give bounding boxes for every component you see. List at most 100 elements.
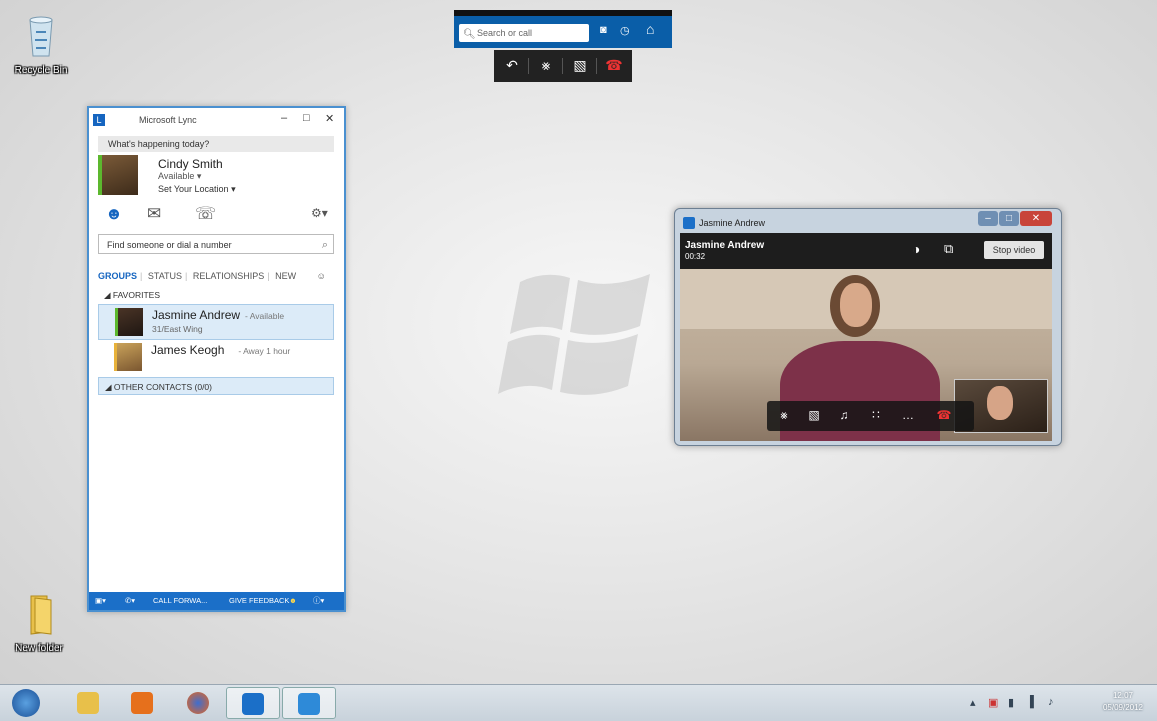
start-button[interactable] [4, 687, 58, 719]
mini-call-bar: 🔍︎ Search or call ◙ ◷ ⌂ [454, 10, 672, 48]
clock[interactable]: 12:07 05/09/2012 [1103, 690, 1143, 714]
volume-icon[interactable]: ♪ [1048, 696, 1054, 708]
call-header: Jasmine Andrew 00:32 ◑ ⧉ Stop video [680, 233, 1052, 269]
mute-mic-icon[interactable]: ⨳ [536, 57, 556, 74]
status-note-field[interactable]: What's happening today? [98, 136, 334, 152]
call-duration: 00:32 [685, 252, 706, 261]
folder-icon [30, 595, 52, 635]
home-icon[interactable]: ⌂ [646, 21, 654, 37]
divider [596, 58, 597, 74]
firefox-icon [187, 692, 209, 714]
power-icon[interactable]: ▮ [1008, 696, 1014, 709]
clock-icon[interactable]: ◷ [620, 24, 630, 37]
recycle-bin-desktop-icon[interactable]: Recycle Bin [6, 14, 76, 76]
hang-up-icon[interactable]: ☎ [935, 408, 953, 422]
chevron-down-icon: ▾ [196, 171, 202, 181]
return-icon[interactable]: ↶ [502, 57, 522, 74]
network-icon[interactable]: ▐ [1026, 696, 1034, 708]
collapse-icon: ◢ [105, 382, 112, 392]
favorites-group-label: FAVORITES [112, 290, 160, 300]
call-search-input[interactable]: 🔍︎ Search or call [459, 24, 589, 42]
phone-icon[interactable]: ☏ [195, 204, 216, 224]
windows-start-icon [12, 689, 40, 717]
speaker-icon[interactable]: ♫ [835, 408, 853, 422]
minimize-icon[interactable]: – [978, 211, 998, 226]
lync-logo-icon: L [93, 114, 105, 126]
mute-mic-icon[interactable]: ⨳ [775, 408, 793, 423]
new-folder-desktop-icon[interactable]: New folder [4, 594, 74, 654]
contact-status: - Away 1 hour [238, 346, 291, 356]
minimize-icon[interactable]: – [281, 112, 287, 124]
gear-icon[interactable]: ⚙▾ [311, 206, 328, 220]
my-avatar[interactable] [98, 155, 138, 195]
contact-name: Jasmine Andrew [152, 308, 241, 322]
video-off-icon[interactable]: ▧ [805, 408, 823, 422]
folder-icon [77, 692, 99, 714]
other-contacts-group-header[interactable]: ◢ OTHER CONTACTS (0/0) [98, 377, 334, 395]
contact-row[interactable]: James Keogh - Away 1 hour [98, 340, 334, 374]
taskbar-lync-call[interactable] [282, 687, 336, 719]
search-icon: ⌕ [321, 239, 328, 251]
add-contact-icon[interactable]: ☺ [317, 271, 326, 281]
maximize-icon[interactable]: □ [999, 211, 1019, 226]
other-contacts-group-label: OTHER CONTACTS (0/0) [113, 382, 212, 392]
give-feedback-button[interactable]: GIVE FEEDBACK [229, 592, 289, 610]
conversations-icon[interactable]: ✉ [147, 204, 161, 224]
close-icon[interactable]: ✕ [1020, 211, 1052, 226]
close-icon[interactable]: ✕ [325, 112, 334, 125]
contrast-icon[interactable]: ◑ [912, 241, 920, 257]
favorites-group-header[interactable]: ◢ FAVORITES [98, 286, 334, 304]
voicemail-icon[interactable]: ◙ [600, 24, 607, 36]
contact-name: James Keogh [151, 343, 225, 357]
find-contact-input[interactable]: Find someone or dial a number ⌕ [98, 234, 334, 254]
popout-video-icon[interactable]: ⧉ [944, 241, 953, 257]
taskbar-lync[interactable] [226, 687, 280, 719]
my-location-dropdown[interactable]: Set Your Location ▾ [158, 184, 236, 195]
new-folder-label: New folder [15, 643, 63, 654]
lync-status-icon[interactable]: ▣ [988, 696, 998, 709]
collapse-icon: ◢ [104, 290, 111, 300]
hang-up-icon[interactable]: ☎ [604, 57, 624, 74]
contact-avatar [114, 343, 142, 371]
divider [562, 58, 563, 74]
maximize-icon[interactable]: □ [303, 112, 310, 124]
contacts-icon[interactable]: ☻ [105, 204, 123, 224]
lync-logo-icon [683, 217, 695, 229]
lync-title-bar[interactable]: L Microsoft Lync – □ ✕ [89, 108, 344, 134]
search-icon: 🔍︎ [463, 29, 476, 40]
mini-call-controls: ↶ ⨳ ▧ ☎ [494, 50, 632, 82]
lync-call-icon [298, 693, 320, 715]
video-person-face [840, 283, 872, 327]
contact-location: 31/East Wing [152, 324, 203, 334]
contact-status: - Available [245, 311, 285, 321]
dialpad-icon[interactable]: ∷ [867, 408, 885, 422]
tab-status[interactable]: STATUS [148, 271, 182, 281]
self-view-face [987, 386, 1013, 420]
taskbar-media-player[interactable] [116, 687, 170, 719]
taskbar-firefox[interactable] [172, 687, 226, 719]
my-name: Cindy Smith [158, 157, 223, 171]
screen-icon[interactable]: ▣▾ [95, 592, 106, 610]
call-forwarding-button[interactable]: CALL FORWA... [153, 592, 207, 610]
chevron-down-icon: ▾ [231, 184, 236, 194]
divider [528, 58, 529, 74]
info-icon[interactable]: ⓘ▾ [313, 592, 324, 610]
tab-groups[interactable]: GROUPS [98, 271, 137, 281]
taskbar-explorer[interactable] [62, 687, 116, 719]
video-off-icon[interactable]: ▧ [570, 57, 590, 74]
more-options-icon[interactable]: … [899, 408, 917, 422]
tab-new[interactable]: NEW [275, 271, 296, 281]
taskbar: ▴ ▣ ▮ ▐ ♪ 12:07 05/09/2012 [0, 684, 1157, 721]
tab-relationships[interactable]: RELATIONSHIPS [193, 271, 264, 281]
my-availability-dropdown[interactable]: Available ▾ [158, 171, 201, 182]
media-player-icon [131, 692, 153, 714]
clock-time: 12:07 [1112, 691, 1133, 700]
find-contact-placeholder: Find someone or dial a number [107, 240, 232, 250]
stop-video-button[interactable]: Stop video [984, 241, 1044, 259]
show-hidden-icons-icon[interactable]: ▴ [970, 696, 976, 709]
lync-window: L Microsoft Lync – □ ✕ What's happening … [87, 106, 346, 612]
call-forward-icon[interactable]: ✆▾ [125, 592, 135, 610]
call-search-placeholder: Search or call [477, 28, 533, 38]
contact-row[interactable]: Jasmine Andrew - Available 31/East Wing [98, 304, 334, 340]
my-availability-label: Available [158, 171, 195, 181]
